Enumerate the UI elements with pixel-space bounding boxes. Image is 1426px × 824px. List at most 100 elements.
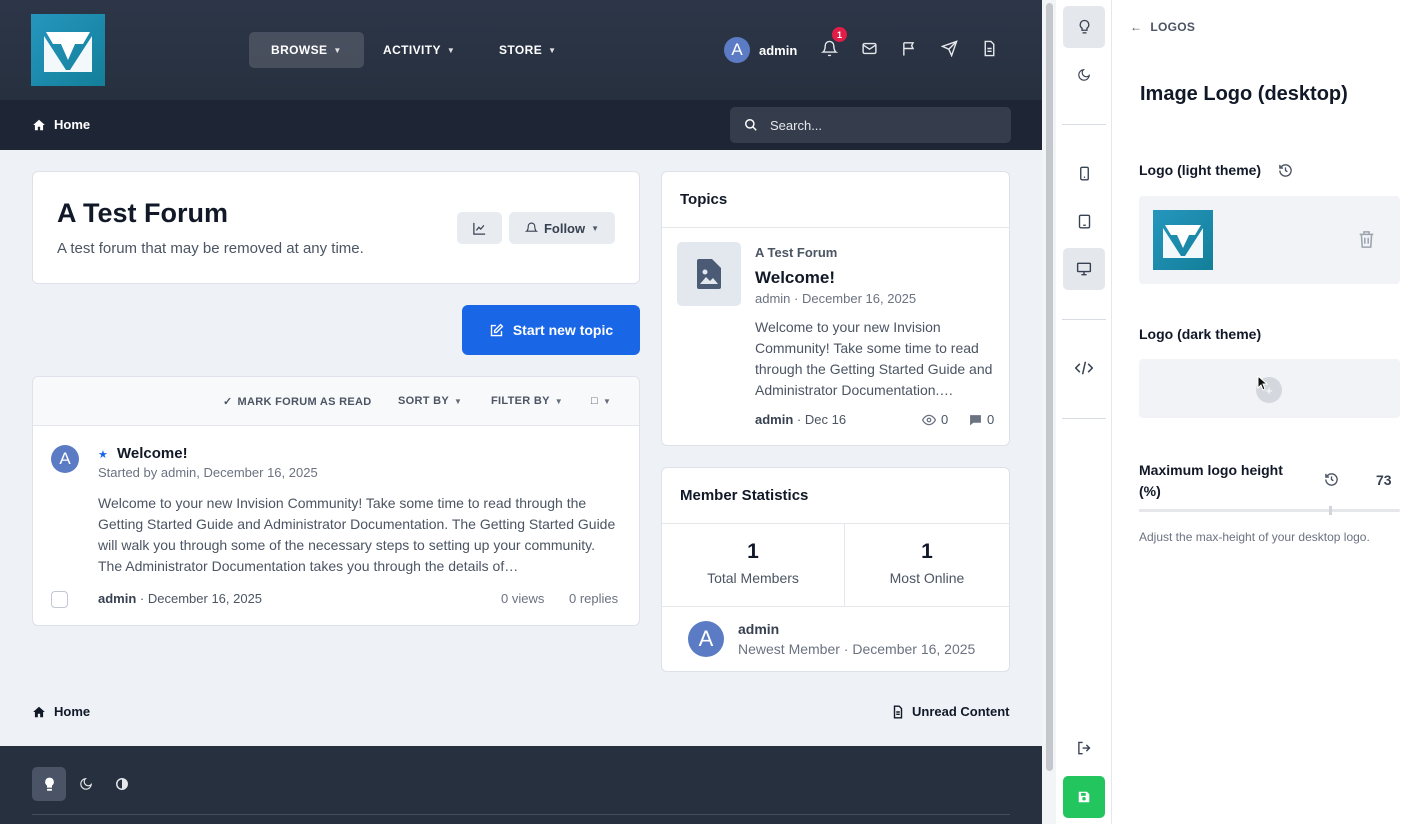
eye-icon [922, 414, 936, 426]
dark-theme-button[interactable] [69, 767, 103, 801]
topic-list: ✓ MARK FORUM AS READ SORT BY ▼ FILTER BY ▼ … [32, 376, 640, 626]
tablet-view-button[interactable] [1063, 200, 1105, 242]
topic-select-checkbox[interactable] [51, 591, 68, 608]
save-button[interactable] [1063, 776, 1105, 818]
mail-icon[interactable] [861, 40, 878, 57]
scrollbar-thumb[interactable] [1046, 3, 1053, 771]
bell-icon [524, 222, 538, 235]
document-icon [892, 704, 904, 719]
topic-forum-link[interactable]: A Test Forum [755, 245, 837, 260]
forum-stats-button[interactable] [457, 212, 502, 244]
light-preview-button[interactable] [1063, 6, 1105, 48]
home-icon [32, 705, 46, 719]
slider-handle[interactable] [1328, 506, 1332, 515]
divider [1062, 124, 1106, 125]
nav-store[interactable]: STORE ▼ [477, 32, 578, 68]
light-logo-dropzone[interactable] [1139, 196, 1400, 284]
max-height-value: 73 [1376, 472, 1392, 488]
forum-viewport: BROWSE ▼ ACTIVITY ▼ STORE ▼ A admin 1 Home … [0, 0, 1042, 824]
trash-icon[interactable] [1358, 230, 1375, 249]
moon-icon [79, 777, 93, 791]
start-new-topic-button[interactable]: Start new topic [462, 305, 640, 355]
site-footer [0, 746, 1042, 824]
divider [1062, 418, 1106, 419]
reset-history-icon[interactable] [1324, 472, 1339, 487]
reset-history-icon[interactable] [1278, 163, 1293, 178]
user-menu[interactable]: A admin [724, 37, 797, 63]
dark-preview-button[interactable] [1063, 54, 1105, 96]
footer-breadcrumb[interactable]: Home [32, 704, 90, 719]
topic-title-link[interactable]: Welcome! [117, 445, 188, 462]
back-to-logos-link[interactable]: ← LOGOS [1130, 20, 1195, 34]
bell-icon[interactable] [821, 40, 838, 57]
comment-icon [969, 414, 982, 426]
light-theme-button[interactable] [32, 767, 66, 801]
nav-activity[interactable]: ACTIVITY ▼ [361, 32, 477, 68]
contrast-icon [115, 777, 129, 791]
chart-icon [472, 221, 487, 236]
home-icon [32, 118, 46, 132]
search-input[interactable]: Search... [730, 107, 1011, 143]
chevron-down-icon: ▼ [548, 45, 557, 55]
chevron-down-icon: ▼ [602, 396, 612, 406]
mouse-cursor-icon [1257, 375, 1268, 391]
topic-replies: 0 replies [569, 591, 619, 606]
document-icon[interactable] [982, 40, 997, 57]
light-logo-label: Logo (light theme) [1139, 162, 1262, 178]
flag-icon[interactable] [901, 40, 918, 57]
divider [662, 227, 1009, 228]
tablet-icon [1078, 214, 1091, 229]
auto-theme-button[interactable] [105, 767, 139, 801]
avatar: A [724, 37, 750, 63]
checkbox-icon: □ [591, 395, 598, 407]
monitor-icon [1076, 262, 1092, 276]
image-file-icon [697, 259, 721, 289]
panel-title: Image Logo (desktop) [1140, 83, 1348, 105]
page-title: A Test Forum [57, 198, 229, 228]
forum-header-card: A Test Forum A test forum that may be re… [32, 171, 640, 284]
stat-most-online: 1 Most Online [889, 540, 965, 586]
lightbulb-icon [43, 777, 56, 792]
help-text: Adjust the max-height of your desktop lo… [1139, 530, 1370, 544]
logo-settings-panel: ← LOGOS Image Logo (desktop) Logo (light… [1112, 0, 1426, 824]
avatar[interactable]: A [688, 621, 724, 657]
site-logo[interactable] [31, 14, 105, 86]
select-all-menu[interactable]: □ ▼ [591, 395, 611, 407]
check-icon: ✓ [223, 396, 233, 408]
code-icon [1075, 361, 1093, 375]
filter-by-button[interactable]: FILTER BY ▼ [491, 395, 563, 407]
desktop-view-button[interactable] [1063, 248, 1105, 290]
topic-meta: admin · December 16, 2025 [755, 291, 917, 306]
theme-editor-rail [1056, 0, 1112, 824]
phone-icon [1079, 166, 1090, 181]
avatar[interactable]: A [51, 445, 79, 473]
chevron-down-icon: ▼ [454, 396, 463, 406]
chevron-down-icon: ▼ [446, 45, 456, 55]
exit-editor-button[interactable] [1063, 727, 1105, 769]
topic-list-toolbar: ✓ MARK FORUM AS READ SORT BY ▼ FILTER BY ▼ … [33, 377, 639, 426]
mobile-view-button[interactable] [1063, 152, 1105, 194]
mark-read-button[interactable]: ✓ MARK FORUM AS READ [223, 395, 371, 409]
topic-author: admin · Dec 16 [755, 412, 847, 427]
topic-title-link[interactable]: Welcome! [755, 268, 835, 288]
unread-content-link[interactable]: Unread Content [892, 704, 1010, 719]
sort-by-button[interactable]: SORT BY ▼ [398, 395, 462, 407]
lightbulb-icon [1078, 19, 1091, 35]
newest-member-meta: Newest Member · December 16, 2025 [738, 641, 976, 657]
custom-code-button[interactable] [1063, 347, 1105, 389]
user-name: admin [759, 42, 798, 58]
widget-title: Topics [680, 191, 728, 208]
chevron-down-icon: ▼ [333, 45, 342, 55]
topic-thumbnail[interactable] [677, 242, 741, 306]
send-icon[interactable] [941, 40, 958, 57]
newest-member-name[interactable]: admin [738, 621, 779, 637]
notification-badge: 1 [832, 27, 847, 42]
max-height-slider[interactable] [1139, 506, 1400, 515]
follow-button[interactable]: Follow ▼ [509, 212, 615, 244]
breadcrumb[interactable]: Home [32, 117, 90, 132]
dark-logo-dropzone[interactable]: + [1139, 359, 1400, 418]
stat-total-members: 1 Total Members [707, 540, 799, 586]
divider [662, 523, 1009, 524]
nav-browse[interactable]: BROWSE ▼ [249, 32, 364, 68]
forum-description: A test forum that may be removed at any … [57, 240, 364, 257]
